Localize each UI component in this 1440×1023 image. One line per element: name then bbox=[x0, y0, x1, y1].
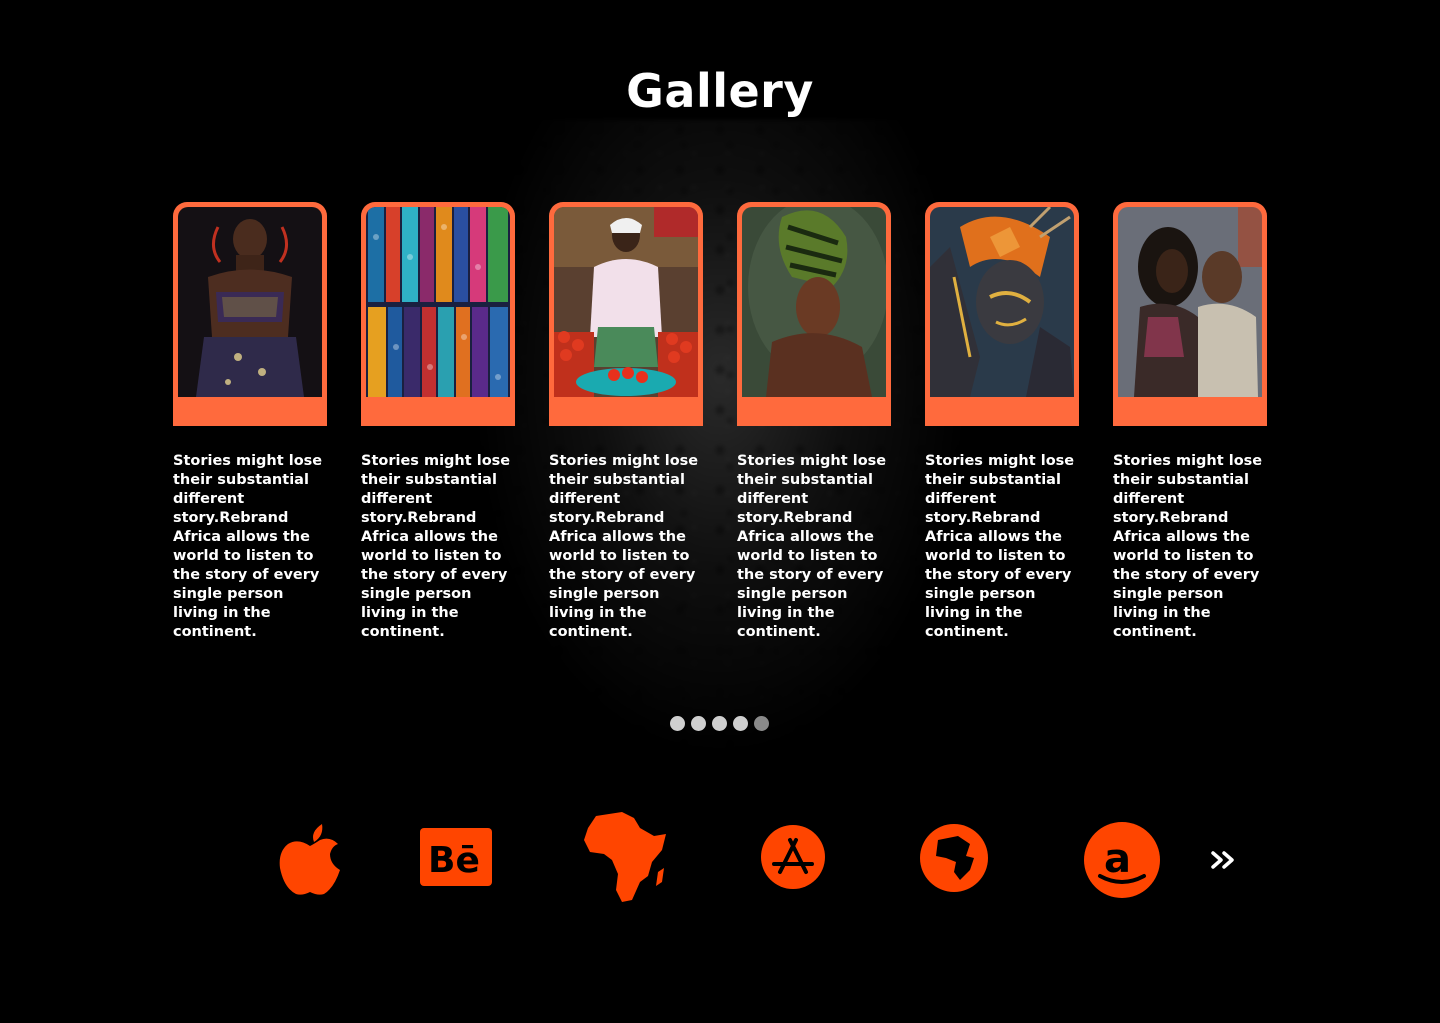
card-description: Stories might lose their substantial dif… bbox=[1113, 453, 1263, 640]
photo-frame bbox=[173, 202, 327, 426]
card-description: Stories might lose their substantial dif… bbox=[361, 453, 511, 640]
gallery-card[interactable]: Stories might lose their substantial dif… bbox=[925, 202, 1079, 642]
woman-in-headwrap-photo bbox=[742, 207, 886, 397]
gallery-cards: Stories might lose their substantial dif… bbox=[173, 202, 1267, 672]
photo-frame bbox=[925, 202, 1079, 426]
behance-icon[interactable]: Bē bbox=[420, 828, 492, 886]
carousel-dots bbox=[670, 716, 769, 731]
card-description: Stories might lose their substantial dif… bbox=[173, 453, 323, 640]
photo-frame bbox=[549, 202, 703, 426]
card-description: Stories might lose their substantial dif… bbox=[925, 453, 1075, 640]
gold-body-paint-portrait-photo bbox=[930, 207, 1074, 397]
photo-frame bbox=[737, 202, 891, 426]
gallery-card[interactable]: Stories might lose their substantial dif… bbox=[173, 202, 327, 642]
double-chevron-right-icon[interactable] bbox=[1210, 850, 1238, 870]
app-store-icon[interactable] bbox=[760, 824, 826, 890]
card-description: Stories might lose their substantial dif… bbox=[737, 453, 887, 640]
carousel-dot[interactable] bbox=[712, 716, 727, 731]
gallery-card[interactable]: Stories might lose their substantial dif… bbox=[549, 202, 703, 642]
page-title: Gallery bbox=[626, 64, 814, 118]
carousel-dot[interactable] bbox=[691, 716, 706, 731]
svg-text:Bē: Bē bbox=[428, 840, 480, 881]
carousel-dot-active[interactable] bbox=[754, 716, 769, 731]
colorful-african-fabrics-photo bbox=[366, 207, 510, 397]
woman-with-beaded-jewelry-photo bbox=[178, 207, 322, 397]
globe-africa-icon[interactable] bbox=[918, 822, 990, 894]
photo-frame bbox=[361, 202, 515, 426]
market-vendor-tomatoes-photo bbox=[554, 207, 698, 397]
carousel-dot[interactable] bbox=[670, 716, 685, 731]
couple-embracing-photo bbox=[1118, 207, 1262, 397]
card-description: Stories might lose their substantial dif… bbox=[549, 453, 699, 640]
carousel-dot[interactable] bbox=[733, 716, 748, 731]
gallery-card[interactable]: Stories might lose their substantial dif… bbox=[737, 202, 891, 642]
africa-map-icon[interactable] bbox=[582, 810, 670, 904]
apple-icon[interactable] bbox=[278, 822, 342, 902]
gallery-card[interactable]: Stories might lose their substantial dif… bbox=[1113, 202, 1267, 642]
photo-frame bbox=[1113, 202, 1267, 426]
svg-text:a: a bbox=[1104, 836, 1131, 882]
gallery-card[interactable]: Stories might lose their substantial dif… bbox=[361, 202, 515, 642]
amazon-icon[interactable]: a bbox=[1082, 820, 1162, 900]
